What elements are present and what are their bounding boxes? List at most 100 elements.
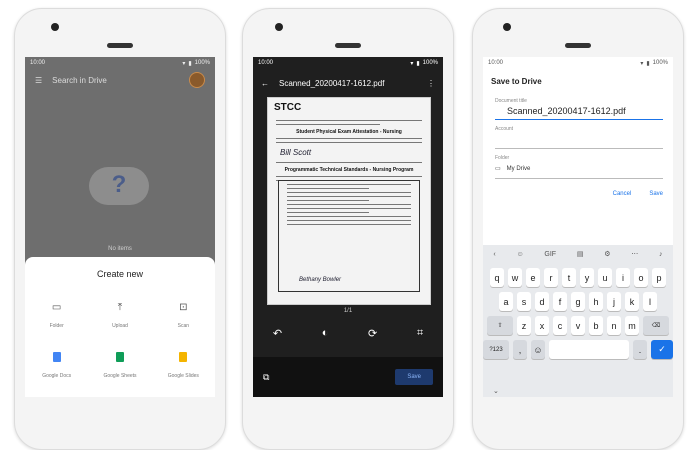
sticker-icon[interactable]: ☺ [516,251,523,258]
status-time: 10:00 [30,60,46,66]
scan-button[interactable]: ⊡ Scan [152,301,215,330]
key-s[interactable]: s [517,292,531,311]
key-f[interactable]: f [553,292,567,311]
key-n[interactable]: n [607,316,621,335]
space-key[interactable] [549,340,629,359]
battery-icon: ▮ [188,60,192,67]
google-slides-button[interactable]: Google Slides [152,351,215,379]
key-y[interactable]: y [580,268,594,287]
camera-icon: ⊡ [179,301,188,313]
key-b[interactable]: b [589,316,603,335]
folder-select[interactable]: ▭ My Drive [495,161,663,179]
enter-key[interactable]: ✓ [651,340,673,359]
front-camera [51,23,59,31]
battery-icon: ▮ [646,60,650,67]
scan-label: Scan [177,323,190,329]
drive-folder-icon: ▭ [495,166,501,172]
key-g[interactable]: g [571,292,585,311]
key-k[interactable]: k [625,292,639,311]
google-sheets-label: Google Sheets [103,373,137,379]
chevron-down-icon[interactable]: ⌄ [493,387,499,395]
document-subheading: Programmatic Technical Standards - Nursi… [284,167,414,173]
key-j[interactable]: j [607,292,621,311]
folder-icon: ▭ [51,301,62,313]
status-bar: 10:00 ▾ ▮ 100% [25,57,215,69]
key-q[interactable]: q [490,268,504,287]
speaker [107,43,133,48]
google-docs-button[interactable]: Google Docs [25,351,88,379]
status-time: 10:00 [488,60,504,66]
speaker [565,43,591,48]
key-r[interactable]: r [544,268,558,287]
comma-key[interactable]: , [513,340,527,359]
more-icon[interactable]: ⋯ [631,250,638,258]
save-button[interactable]: Save [395,369,433,385]
save-button[interactable]: Save [649,191,663,197]
signal-icon: ▾ [182,60,186,67]
folder-value: My Drive [506,165,531,172]
key-o[interactable]: o [634,268,648,287]
key-z[interactable]: z [517,316,531,335]
front-camera [275,23,283,31]
key-m[interactable]: m [625,316,639,335]
document-form-box: Bethany Bowler [278,180,420,292]
key-x[interactable]: x [535,316,549,335]
crop-icon[interactable]: ⌗ [417,327,423,340]
front-camera [503,23,511,31]
battery-icon: ▮ [416,60,420,67]
mic-icon[interactable]: ♪ [659,251,663,258]
rotate-icon[interactable]: ⟳ [368,327,377,340]
search-placeholder[interactable]: Search in Drive [52,76,107,85]
status-bar: 10:00 ▾ ▮ 100% [483,57,673,69]
add-page-icon[interactable]: ⧉ [263,372,269,383]
chevron-left-icon[interactable]: ‹ [493,251,495,258]
keyboard-row-2: asdfghjkl [483,292,673,311]
period-key[interactable]: . [633,340,647,359]
create-folder-button[interactable]: ▭ Folder [25,301,88,330]
document-title-input[interactable]: Scanned_20200417-1612.pdf [495,104,663,120]
page-indicator: 1/1 [343,308,353,314]
screen: 10:00 ▾ ▮ 100% ☰ Search in Drive ? No item… [25,57,215,397]
key-l[interactable]: l [643,292,657,311]
empty-state-label: No items [108,246,132,252]
key-i[interactable]: i [616,268,630,287]
backspace-key[interactable]: ⌫ [643,316,669,335]
key-t[interactable]: t [562,268,576,287]
key-w[interactable]: w [508,268,522,287]
screen: 10:00 ▾ ▮ 100% Save to Drive Document titl… [483,57,673,397]
key-d[interactable]: d [535,292,549,311]
filter-icon[interactable]: ◐ [322,327,329,340]
symbols-key[interactable]: ?123 [483,340,509,359]
key-p[interactable]: p [652,268,666,287]
upload-button[interactable]: ⤒ Upload [88,301,151,330]
settings-icon[interactable]: ⚙ [604,250,610,258]
cancel-button[interactable]: Cancel [613,191,632,197]
battery-level: 100% [422,60,438,66]
key-a[interactable]: a [499,292,513,311]
key-e[interactable]: e [526,268,540,287]
key-u[interactable]: u [598,268,612,287]
account-select[interactable] [495,132,663,149]
menu-icon[interactable]: ☰ [35,76,42,85]
gif-icon[interactable]: GIF [544,251,556,258]
bottom-bar: ⧉ Save [253,357,443,397]
search-bar[interactable]: ☰ Search in Drive [25,69,215,91]
key-h[interactable]: h [589,292,603,311]
emoji-key[interactable]: ☺ [531,340,545,359]
key-c[interactable]: c [553,316,567,335]
signal-icon: ▾ [640,60,644,67]
top-app-bar: ← Scanned_20200417-1612.pdf ⋮ [253,69,443,97]
empty-state-illustration: ? [89,167,149,205]
clipboard-icon[interactable]: ▤ [577,250,584,258]
shift-key[interactable]: ⇧ [487,316,513,335]
avatar[interactable] [189,72,205,88]
more-options-icon[interactable]: ⋮ [427,79,435,88]
sheets-icon [114,351,126,363]
keyboard-row-4: ?123 , ☺ . ✓ [483,340,673,359]
keyboard: ‹ ☺ GIF ▤ ⚙ ⋯ ♪ qwertyuiop asdfghjkl ⇧ z… [483,245,673,397]
back-arrow-icon[interactable]: ← [261,79,269,88]
google-sheets-button[interactable]: Google Sheets [88,351,151,379]
undo-icon[interactable]: ↶ [273,327,282,340]
key-v[interactable]: v [571,316,585,335]
phone-drive-create: 10:00 ▾ ▮ 100% ☰ Search in Drive ? No item… [14,8,226,450]
